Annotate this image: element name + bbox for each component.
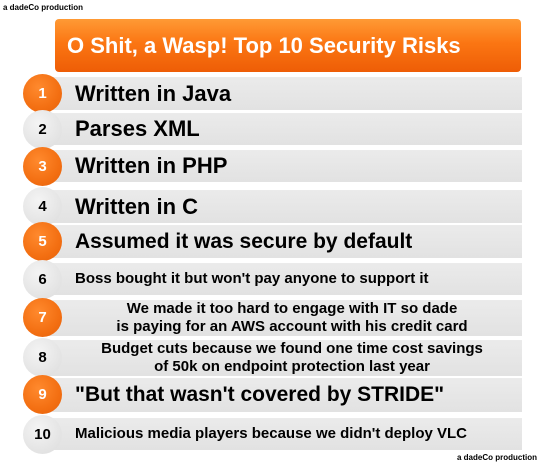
number-badge: 3 bbox=[23, 147, 62, 186]
item-text: Assumed it was secure by default bbox=[75, 229, 413, 253]
number-badge: 1 bbox=[23, 74, 62, 113]
number-badge: 10 bbox=[23, 415, 62, 454]
item-text: We made it too hard to engage with IT so… bbox=[72, 300, 512, 336]
item-text: Parses XML bbox=[75, 116, 200, 141]
item-text-line: Budget cuts because we found one time co… bbox=[101, 340, 483, 357]
number-badge: 8 bbox=[23, 338, 62, 377]
list-item-10: 10 Malicious media players because we di… bbox=[0, 415, 540, 454]
title-banner: O Shit, a Wasp! Top 10 Security Risks bbox=[55, 19, 521, 72]
number-badge: 5 bbox=[23, 222, 62, 261]
list-item-6: 6 Boss bought it but won't pay anyone to… bbox=[0, 260, 540, 299]
item-text: "But that wasn't covered by STRIDE" bbox=[75, 383, 445, 406]
item-text-line: is paying for an AWS account with his cr… bbox=[116, 318, 468, 335]
item-text: Written in Java bbox=[75, 80, 232, 106]
list-item-3: 3 Written in PHP bbox=[0, 147, 540, 186]
item-text: Written in C bbox=[75, 193, 199, 219]
list-item-8: 8 Budget cuts because we found one time … bbox=[0, 338, 540, 377]
item-text: Malicious media players because we didn'… bbox=[75, 425, 468, 442]
number-badge: 4 bbox=[23, 187, 62, 226]
credit-bottom: a dadeCo production bbox=[457, 453, 537, 462]
list-item-7: 7 We made it too hard to engage with IT … bbox=[0, 298, 540, 337]
list-item-1: 1 Written in Java bbox=[0, 74, 540, 113]
list-item-2: 2 Parses XML bbox=[0, 110, 540, 149]
number-badge: 2 bbox=[23, 110, 62, 149]
item-text: Budget cuts because we found one time co… bbox=[72, 340, 512, 376]
number-badge: 6 bbox=[23, 260, 62, 299]
item-text: Boss bought it but won't pay anyone to s… bbox=[75, 270, 429, 287]
item-text-line: of 50k on endpoint protection last year bbox=[154, 358, 430, 375]
number-badge: 7 bbox=[23, 298, 62, 337]
number-badge: 9 bbox=[23, 375, 62, 414]
list-item-9: 9 "But that wasn't covered by STRIDE" bbox=[0, 375, 540, 414]
page-title: O Shit, a Wasp! Top 10 Security Risks bbox=[67, 32, 461, 58]
list-item-5: 5 Assumed it was secure by default bbox=[0, 222, 540, 261]
list-item-4: 4 Written in C bbox=[0, 187, 540, 226]
credit-top: a dadeCo production bbox=[3, 3, 83, 12]
item-text: Written in PHP bbox=[75, 153, 228, 178]
item-text-line: We made it too hard to engage with IT so… bbox=[126, 300, 458, 317]
